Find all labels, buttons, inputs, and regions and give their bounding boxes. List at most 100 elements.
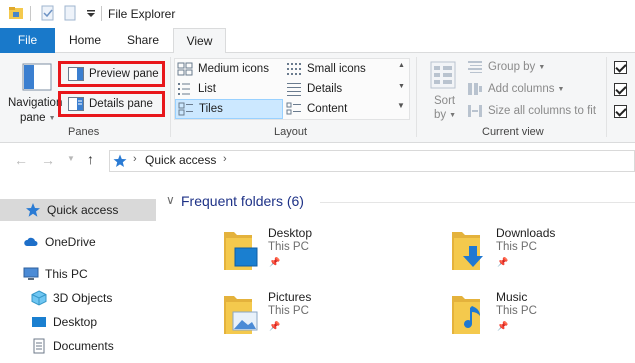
layout-content[interactable]: Content	[286, 99, 347, 119]
pin-icon: 📌	[497, 257, 509, 267]
new-folder-icon[interactable]	[62, 5, 78, 21]
layout-group-label: Layout	[274, 126, 308, 138]
folder-location: This PC	[496, 305, 537, 317]
layout-tiles[interactable]: Tiles	[175, 99, 283, 119]
file-name-extensions-checkbox[interactable]	[614, 83, 627, 96]
navigation-pane-label-2-wrap: pane ▼	[20, 112, 56, 124]
small-icons-label: Small icons	[307, 63, 366, 75]
layout-list[interactable]: List	[177, 79, 216, 99]
downloads-folder-icon	[452, 232, 483, 270]
tiles-label: Tiles	[199, 103, 223, 115]
collapse-section-chevron-icon[interactable]: ∨	[166, 193, 175, 207]
nav-item-label: OneDrive	[45, 235, 96, 249]
sort-by-label-2-wrap: by ▼	[434, 109, 456, 121]
gallery-scroll-down-icon[interactable]: ▼	[398, 83, 405, 90]
tab-share[interactable]: Share	[118, 28, 168, 53]
folder-location: This PC	[268, 305, 309, 317]
title-separator-2	[101, 6, 102, 21]
list-label: List	[198, 83, 216, 95]
folder-tile-music[interactable]: Music This PC 📌	[450, 290, 635, 338]
up-arrow-icon[interactable]: ↑	[87, 151, 94, 167]
folder-tile-downloads[interactable]: Downloads This PC 📌	[450, 226, 635, 274]
nav-item-this-pc[interactable]: This PC	[23, 263, 88, 285]
group-by-label: Group by	[488, 61, 536, 73]
nav-item-label: Quick access	[47, 203, 119, 217]
item-check-boxes-checkbox[interactable]	[614, 61, 627, 74]
nav-item-label: Documents	[53, 339, 114, 353]
tab-home[interactable]: Home	[60, 28, 110, 53]
group-by-icon	[468, 61, 482, 73]
cube-icon	[31, 290, 47, 306]
breadcrumb-chevron-icon[interactable]: ›	[223, 153, 227, 165]
star-icon	[26, 203, 40, 217]
group-by-button[interactable]: Group by ▼	[467, 57, 545, 77]
details-icon	[287, 83, 301, 96]
navigation-pane-icon	[22, 63, 52, 91]
size-columns-icon	[468, 105, 482, 117]
title-separator	[30, 6, 31, 21]
recent-locations-chevron-icon[interactable]: ▼	[67, 154, 75, 163]
folder-name: Pictures	[268, 290, 312, 304]
pin-icon: 📌	[269, 257, 281, 267]
star-icon	[113, 154, 127, 167]
preview-pane-button[interactable]: Preview pane	[68, 64, 159, 84]
ribbon: Navigation pane ▼ Preview pane Details p…	[0, 53, 635, 143]
navigation-pane-button[interactable]: Navigation pane ▼	[4, 59, 63, 124]
tiles-icon	[178, 102, 193, 116]
pin-icon: 📌	[269, 321, 281, 331]
size-all-columns-button[interactable]: Size all columns to fit	[467, 101, 596, 121]
nav-item-desktop[interactable]: Desktop	[31, 311, 97, 333]
folder-tile-pictures[interactable]: Pictures This PC 📌	[222, 290, 412, 338]
nav-item-3d-objects[interactable]: 3D Objects	[31, 287, 112, 309]
ribbon-tabs: File Home Share View	[0, 28, 635, 54]
ribbon-divider	[416, 57, 417, 137]
tab-file[interactable]: File	[0, 28, 55, 53]
music-folder-icon	[452, 296, 480, 334]
gallery-expand-icon[interactable]: ▼	[397, 101, 405, 110]
chevron-down-icon: ▼	[538, 63, 546, 71]
cloud-icon	[24, 237, 38, 246]
list-icon	[178, 83, 190, 95]
folder-location: This PC	[268, 241, 309, 253]
nav-item-documents[interactable]: Documents	[31, 335, 114, 357]
back-arrow-icon[interactable]: ←	[14, 152, 28, 168]
add-columns-button[interactable]: Add columns ▼	[467, 79, 564, 99]
sort-by-label-1: Sort	[434, 95, 456, 107]
sort-by-icon	[430, 61, 456, 89]
tab-view[interactable]: View	[173, 28, 226, 54]
navigation-pane-label: Navigation	[8, 97, 63, 109]
details-label: Details	[307, 83, 343, 95]
size-all-columns-label: Size all columns to fit	[488, 105, 597, 117]
content-label: Content	[307, 103, 348, 115]
layout-medium-icons[interactable]: Medium icons	[177, 59, 269, 79]
nav-item-quick-access[interactable]: Quick access	[0, 199, 156, 221]
folder-name: Music	[496, 290, 528, 304]
pictures-folder-icon	[224, 296, 258, 334]
breadcrumb-quick-access[interactable]: Quick access	[145, 153, 216, 167]
folder-location: This PC	[496, 241, 537, 253]
nav-item-label: 3D Objects	[53, 291, 113, 305]
details-pane-icon	[68, 97, 84, 111]
folder-name: Downloads	[496, 226, 556, 240]
properties-icon[interactable]	[40, 5, 56, 21]
folder-tile-desktop[interactable]: Desktop This PC 📌	[222, 226, 412, 274]
hidden-items-checkbox[interactable]	[614, 105, 627, 118]
nav-item-onedrive[interactable]: OneDrive	[23, 231, 96, 253]
customize-toolbar-icon[interactable]	[83, 5, 99, 21]
layout-details[interactable]: Details	[286, 79, 342, 99]
layout-small-icons[interactable]: Small icons	[286, 59, 366, 79]
gallery-scroll-up-icon[interactable]: ▲	[398, 62, 405, 69]
current-view-group-label: Current view	[482, 126, 544, 138]
preview-pane-label: Preview pane	[89, 68, 159, 80]
nav-item-label: Desktop	[53, 315, 98, 329]
section-title[interactable]: Frequent folders (6)	[181, 193, 304, 209]
add-columns-label: Add columns	[488, 83, 555, 95]
folder-name: Desktop	[268, 226, 313, 240]
navigation-pane-label-2: pane	[20, 112, 46, 124]
breadcrumb-separator-icon[interactable]: ›	[133, 153, 137, 165]
chevron-down-icon: ▼	[557, 85, 565, 93]
sort-by-button[interactable]: Sort by ▼	[424, 59, 462, 123]
details-pane-button[interactable]: Details pane	[68, 94, 153, 114]
forward-arrow-icon[interactable]: →	[41, 152, 55, 168]
title-bar: File Explorer	[0, 0, 635, 28]
